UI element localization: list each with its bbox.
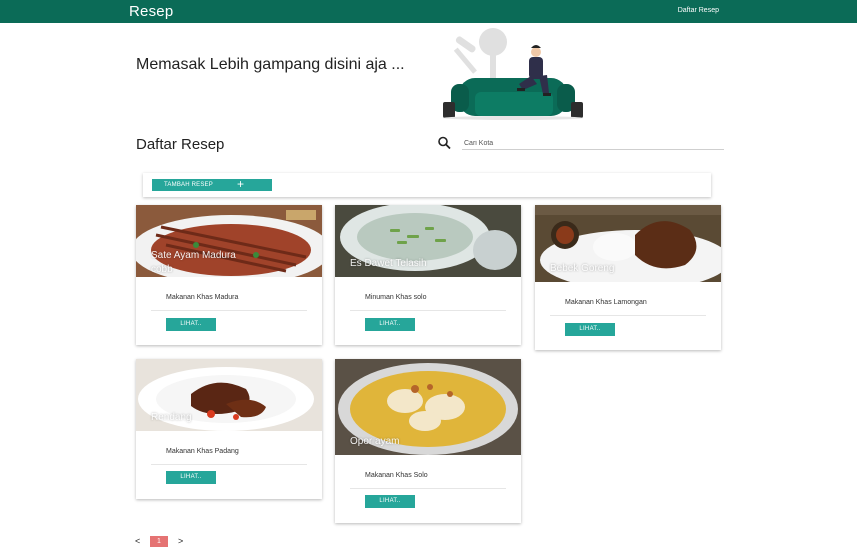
recipe-card-opor-ayam: Opor ayam Makanan Khas Solo LIHAT.. — [335, 359, 521, 523]
view-recipe-button[interactable]: LIHAT.. — [166, 318, 216, 331]
recipe-card-es-dawet: Es Dawet Telasih Minuman Khas solo LIHAT… — [335, 205, 521, 345]
card-description: Makanan Khas Padang — [166, 448, 239, 455]
card-divider — [350, 488, 506, 489]
nav-link-daftar-resep[interactable]: Daftar Resep — [678, 7, 719, 14]
card-subtitle: cobb — [151, 264, 173, 275]
recipe-card-sate: Sate Ayam Madura cobb Makanan Khas Madur… — [136, 205, 322, 345]
page-1-button[interactable]: 1 — [150, 536, 168, 547]
search-icon — [438, 136, 451, 150]
navbar: Resep Daftar Resep — [0, 0, 857, 23]
hero-illustration — [443, 28, 583, 120]
recipe-card-bebek-goreng: Bebek Goreng Makanan Khas Lamongan LIHAT… — [535, 205, 721, 350]
plus-icon: + — [237, 177, 245, 191]
add-recipe-label: TAMBAH RESEP — [164, 182, 213, 188]
brand-logo[interactable]: Resep — [129, 3, 173, 20]
card-divider — [550, 315, 706, 316]
recipe-card-rendang: Rendang Makanan Khas Padang LIHAT.. — [136, 359, 322, 499]
card-divider — [350, 310, 506, 311]
card-description: Makanan Khas Lamongan — [565, 299, 647, 306]
search-input[interactable] — [462, 137, 724, 150]
recipe-image-sate: Sate Ayam Madura cobb — [136, 205, 322, 277]
card-title: Bebek Goreng — [550, 263, 615, 274]
card-title: Rendang — [151, 412, 192, 423]
card-description: Makanan Khas Madura — [166, 294, 239, 301]
recipe-image-bebek-goreng: Bebek Goreng — [535, 205, 721, 282]
view-recipe-button[interactable]: LIHAT.. — [365, 495, 415, 508]
view-recipe-button[interactable]: LIHAT.. — [565, 323, 615, 336]
recipe-image-rendang: Rendang — [136, 359, 322, 431]
card-divider — [151, 310, 307, 311]
card-description: Minuman Khas solo — [365, 294, 427, 301]
view-recipe-button[interactable]: LIHAT.. — [365, 318, 415, 331]
card-description: Makanan Khas Solo — [365, 472, 428, 479]
card-divider — [151, 464, 307, 465]
add-recipe-button[interactable]: TAMBAH RESEP + — [152, 177, 272, 191]
section-title: Daftar Resep — [136, 136, 225, 153]
toolbar: TAMBAH RESEP + — [143, 173, 711, 197]
view-recipe-button[interactable]: LIHAT.. — [166, 471, 216, 484]
card-title: Opor ayam — [350, 436, 400, 447]
hero-title: Memasak Lebih gampang disini aja ... — [136, 56, 405, 73]
prev-page-button[interactable]: < — [135, 536, 140, 546]
recipe-image-opor-ayam: Opor ayam — [335, 359, 521, 455]
recipe-image-es-dawet: Es Dawet Telasih — [335, 205, 521, 277]
card-title: Sate Ayam Madura — [151, 250, 236, 261]
next-page-button[interactable]: > — [178, 536, 183, 546]
card-title: Es Dawet Telasih — [350, 258, 427, 269]
